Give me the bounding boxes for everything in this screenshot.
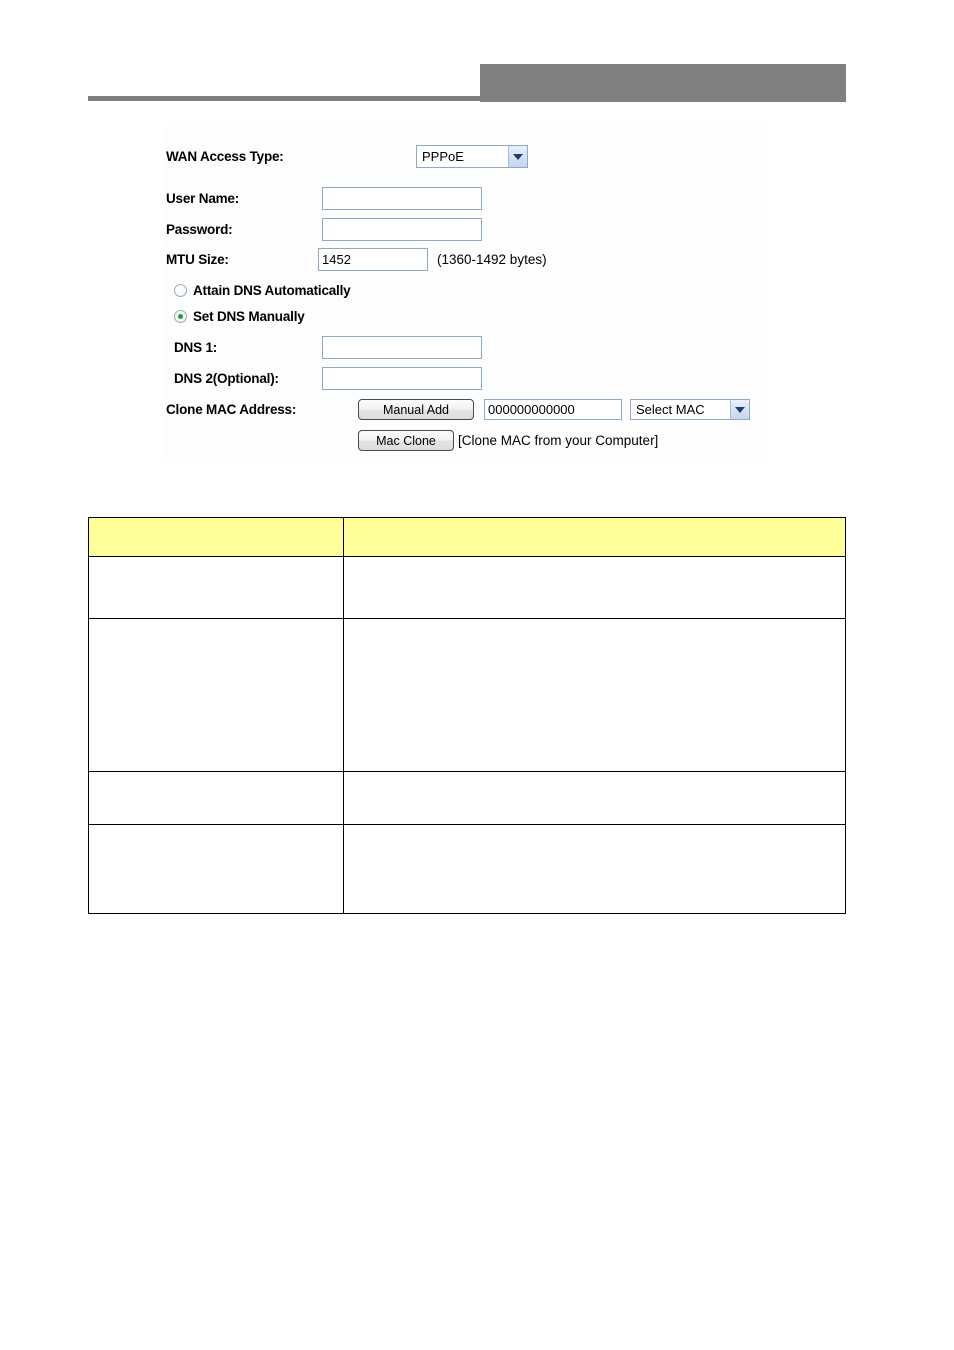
radio-set-dns-manually[interactable] xyxy=(174,310,187,323)
table-cell-key xyxy=(88,618,344,772)
wan-configuration-panel: WAN Access Type: PPPoE User Name: Passwo… xyxy=(166,126,768,463)
table-cell-key xyxy=(88,556,344,619)
set-dns-manually-option[interactable]: Set DNS Manually xyxy=(174,309,305,324)
dns2-row: DNS 2(Optional): xyxy=(174,367,482,390)
dns2-label: DNS 2(Optional): xyxy=(174,371,279,386)
select-mac-value: Select MAC xyxy=(636,402,705,417)
user-name-label: User Name: xyxy=(166,191,240,206)
dns1-input[interactable] xyxy=(322,336,482,359)
mtu-size-label: MTU Size: xyxy=(166,252,229,267)
attain-dns-automatically-label: Attain DNS Automatically xyxy=(193,283,351,298)
table-header-key xyxy=(88,517,344,557)
clone-mac-address-row: Clone MAC Address: Manual Add Select MAC xyxy=(166,399,750,420)
mtu-size-row: MTU Size: (1360-1492 bytes) xyxy=(166,248,547,271)
mac-clone-row: Mac Clone [Clone MAC from your Computer] xyxy=(358,430,658,451)
clone-mac-address-input[interactable] xyxy=(484,399,622,420)
table-cell-value xyxy=(343,618,846,772)
dns1-label: DNS 1: xyxy=(174,340,218,355)
table-cell-key xyxy=(88,824,344,914)
set-dns-manually-label: Set DNS Manually xyxy=(193,309,305,324)
user-name-row: User Name: xyxy=(166,187,482,210)
table-row xyxy=(88,618,846,772)
wan-access-type-label: WAN Access Type: xyxy=(166,149,284,164)
table-row xyxy=(88,771,846,825)
table-row xyxy=(88,824,846,914)
dns2-input[interactable] xyxy=(322,367,482,390)
wan-access-type-value: PPPoE xyxy=(422,149,464,164)
table-cell-value xyxy=(343,824,846,914)
field-description-table xyxy=(88,517,846,914)
wan-access-type-select[interactable]: PPPoE xyxy=(416,145,528,168)
chevron-down-icon[interactable] xyxy=(508,146,527,167)
select-mac-dropdown[interactable]: Select MAC xyxy=(630,399,750,420)
password-label: Password: xyxy=(166,222,233,237)
user-name-input[interactable] xyxy=(322,187,482,210)
chevron-down-icon[interactable] xyxy=(730,400,749,419)
table-row xyxy=(88,556,846,619)
clone-mac-address-label: Clone MAC Address: xyxy=(166,402,297,417)
mtu-size-hint: (1360-1492 bytes) xyxy=(437,252,547,267)
table-header-value xyxy=(343,517,846,557)
page-header-rule xyxy=(88,96,480,101)
mac-clone-hint: [Clone MAC from your Computer] xyxy=(458,433,659,448)
table-header-row xyxy=(88,517,846,557)
mtu-size-input[interactable] xyxy=(318,248,428,271)
table-cell-value xyxy=(343,556,846,619)
wan-access-type-row: WAN Access Type: PPPoE xyxy=(166,145,528,168)
page-header-band xyxy=(480,64,846,102)
password-row: Password: xyxy=(166,218,482,241)
radio-attain-dns-automatically[interactable] xyxy=(174,284,187,297)
manual-add-button[interactable]: Manual Add xyxy=(358,399,474,420)
table-cell-key xyxy=(88,771,344,825)
mac-clone-button[interactable]: Mac Clone xyxy=(358,430,454,451)
table-cell-value xyxy=(343,771,846,825)
attain-dns-automatically-option[interactable]: Attain DNS Automatically xyxy=(174,283,351,298)
password-input[interactable] xyxy=(322,218,482,241)
dns1-row: DNS 1: xyxy=(174,336,482,359)
